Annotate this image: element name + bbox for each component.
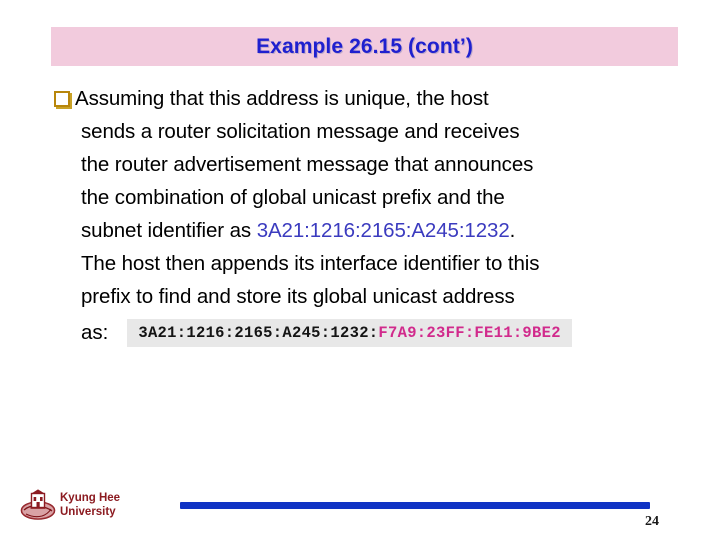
organization-name: Kyung Hee University (60, 491, 120, 519)
body-line-6: The host then appends its interface iden… (81, 252, 540, 275)
body-line-7: prefix to find and store its global unic… (81, 285, 515, 308)
address-interface-identifier: F7A9:23FF:FE11:9BE2 (378, 324, 561, 342)
body-line-5-prefix: subnet identifier as (81, 219, 257, 242)
kyung-hee-university-emblem-icon (20, 489, 56, 520)
slide-canvas: Example 26.15 (cont’) Assuming that this… (0, 0, 720, 540)
address-result-row: as: 3A21:1216:2165:A245:1232: F7A9:23FF:F… (54, 313, 674, 353)
organization-line-2: University (60, 506, 116, 518)
body-line-2: sends a router solicitation message and … (81, 120, 520, 143)
address-prefix: 3A21:1216:2165:A245:1232: (138, 324, 379, 342)
inline-ipv6-prefix: 3A21:1216:2165:A245:1232 (256, 219, 510, 242)
body-line-1: Assuming that this address is unique, th… (75, 87, 489, 110)
full-address-box: 3A21:1216:2165:A245:1232: F7A9:23FF:FE11:… (127, 319, 572, 347)
organization-line-1: Kyung Hee (60, 492, 121, 504)
slide-title-band: Example 26.15 (cont’) (51, 27, 678, 66)
body-line-4: the combination of global unicast prefix… (81, 186, 505, 209)
bullet-list-item: Assuming that this address is unique, th… (54, 82, 674, 115)
footer-divider-bar (180, 502, 650, 509)
hollow-square-bullet-icon (54, 90, 70, 107)
page-title: Example 26.15 (cont’) (256, 34, 473, 58)
page-number: 24 (645, 514, 659, 529)
as-label: as: (81, 321, 109, 344)
body-line-5: subnet identifier as 3A21:1216:2165:A245… (54, 214, 674, 247)
body-line-5-suffix: . (509, 219, 516, 242)
body-line-3: the router advertisement message that an… (81, 153, 534, 176)
footer-branding: Kyung Hee University (20, 487, 120, 523)
slide-body: Assuming that this address is unique, th… (54, 82, 674, 353)
